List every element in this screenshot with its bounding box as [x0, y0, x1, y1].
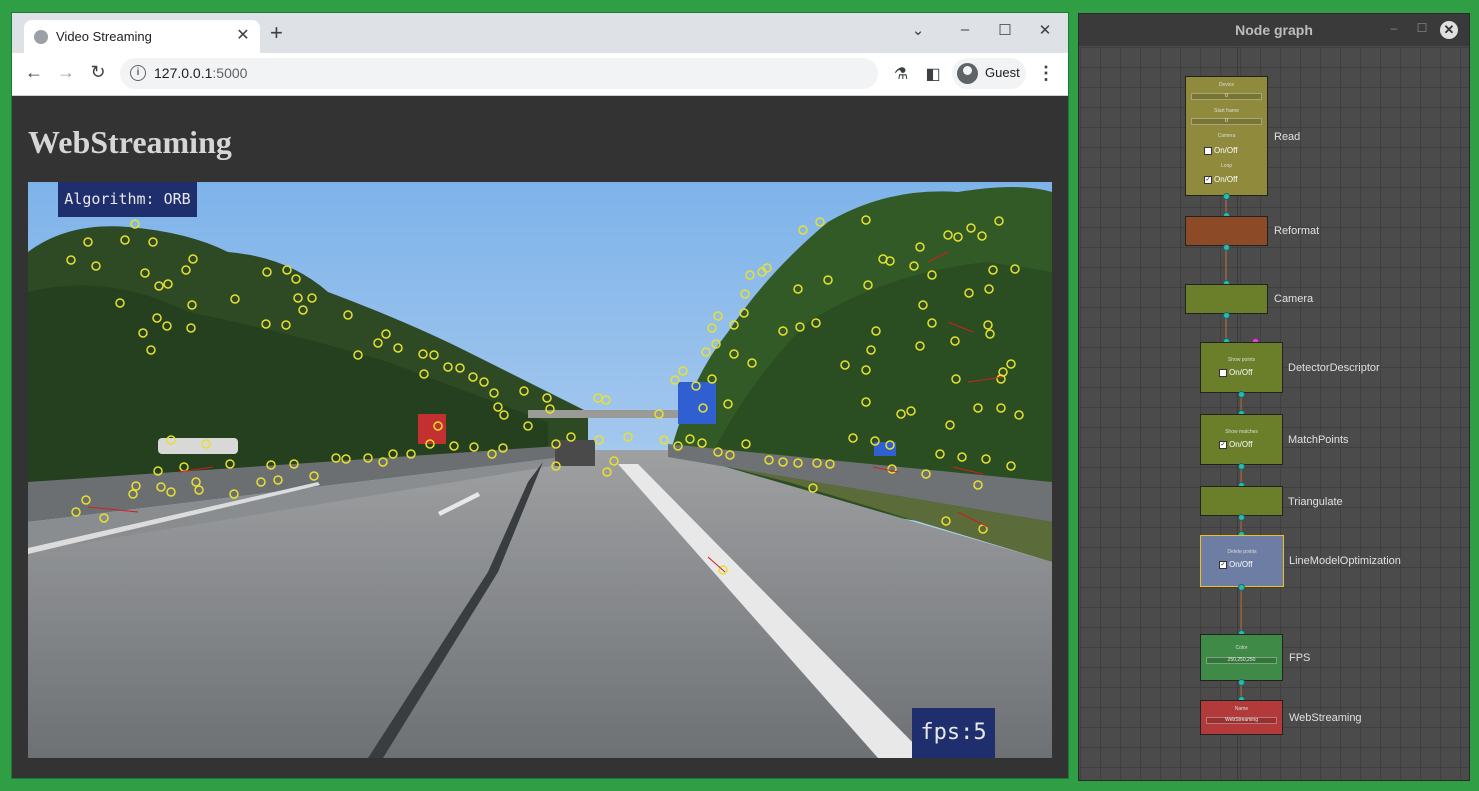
color-field[interactable]: 250,250,250 — [1206, 657, 1277, 664]
node-line-model-optimization[interactable]: Delete points ✓ On/Off — [1200, 535, 1284, 587]
avatar-icon — [957, 63, 978, 84]
reload-icon[interactable]: ↻ — [86, 62, 110, 83]
ng-minimize-button[interactable]: – — [1385, 21, 1403, 35]
device-field[interactable]: 0 — [1191, 93, 1262, 100]
node-read[interactable]: Device 0 Start frame 0 Camera On/Off Loo… — [1185, 76, 1268, 196]
show-points-checkbox[interactable]: On/Off — [1219, 368, 1252, 377]
browser-toolbar: ← → ↻ i 127.0.0.1:5000 ⚗ ◧ Guest ⋮ — [12, 53, 1068, 96]
field-label-device: Device — [1218, 82, 1235, 88]
site-info-icon[interactable]: i — [130, 65, 146, 81]
node-name-fps: FPS — [1289, 652, 1311, 664]
more-menu-icon[interactable]: ⋮ — [1036, 63, 1056, 84]
output-port[interactable] — [1238, 679, 1245, 686]
address-bar[interactable]: i 127.0.0.1:5000 — [120, 58, 878, 89]
node-name-camera: Camera — [1274, 293, 1314, 305]
name-field[interactable]: WebStreaming — [1206, 717, 1277, 724]
loop-checkbox[interactable]: ✓ On/Off — [1204, 175, 1237, 184]
video-frame-image — [28, 182, 1052, 758]
tab-search-icon[interactable]: ⌄ — [905, 21, 931, 39]
close-window-button[interactable]: ✕ — [1032, 21, 1058, 39]
minimize-button[interactable]: – — [952, 21, 978, 38]
output-port[interactable] — [1223, 312, 1230, 319]
node-graph-title: Node graph — [1079, 14, 1469, 46]
globe-icon — [34, 30, 48, 44]
node-reformat[interactable] — [1185, 216, 1268, 246]
show-matches-checkbox[interactable]: ✓ On/Off — [1219, 440, 1252, 449]
node-graph-canvas[interactable]: Device 0 Start frame 0 Camera On/Off Loo… — [1080, 47, 1468, 780]
output-port[interactable] — [1238, 391, 1245, 398]
ng-close-button[interactable]: ✕ — [1440, 21, 1458, 39]
profile-button[interactable]: Guest — [952, 58, 1026, 89]
flask-icon[interactable]: ⚗ — [891, 64, 911, 84]
start-frame-field[interactable]: 0 — [1191, 118, 1262, 125]
tab-strip: Video Streaming ✕ + ⌄ – ☐ ✕ — [12, 13, 1068, 53]
node-camera[interactable] — [1185, 284, 1268, 314]
node-fps[interactable]: Color 250,250,250 — [1200, 634, 1283, 681]
node-name-read: Read — [1274, 131, 1301, 143]
field-label-name: Name — [1234, 706, 1249, 712]
maximize-button[interactable]: ☐ — [992, 21, 1018, 39]
node-name-triangulate: Triangulate — [1288, 496, 1343, 508]
page-content: WebStreaming Algorithm: ORB fps:5 — [12, 96, 1068, 778]
output-port[interactable] — [1238, 584, 1245, 591]
field-label-show-matches: Show matches — [1225, 429, 1258, 435]
output-port[interactable] — [1223, 193, 1230, 200]
field-label-show-points: Show points — [1227, 357, 1256, 363]
field-label-start-frame: Start frame — [1214, 108, 1239, 114]
output-port[interactable] — [1238, 514, 1245, 521]
node-name-detector-descriptor: DetectorDescriptor — [1288, 362, 1380, 374]
field-label-delete-points: Delete points — [1227, 549, 1257, 555]
node-name-match-points: MatchPoints — [1288, 434, 1349, 446]
forward-arrow-icon[interactable]: → — [54, 62, 78, 83]
new-tab-button[interactable]: + — [270, 22, 283, 44]
browser-window: Video Streaming ✕ + ⌄ – ☐ ✕ ← → ↻ i 127.… — [12, 13, 1068, 778]
page-title: WebStreaming — [28, 124, 232, 160]
output-port[interactable] — [1223, 244, 1230, 251]
camera-checkbox[interactable]: On/Off — [1204, 146, 1237, 155]
tab-close-icon[interactable]: ✕ — [234, 25, 252, 45]
ng-maximize-button[interactable]: ☐ — [1413, 21, 1431, 35]
field-label-color: Color — [1235, 645, 1248, 651]
node-name-line-model-optimization: LineModelOptimization — [1289, 555, 1401, 567]
node-graph-window: Node graph – ☐ ✕ Device 0 Start frame 0 — [1078, 13, 1470, 781]
delete-points-checkbox[interactable]: ✓ On/Off — [1219, 560, 1252, 569]
video-stream: Algorithm: ORB fps:5 — [28, 182, 1052, 758]
node-detector-descriptor[interactable]: Show points On/Off — [1200, 342, 1283, 393]
node-triangulate[interactable] — [1200, 486, 1283, 516]
field-label-camera: Camera — [1217, 133, 1236, 139]
back-arrow-icon[interactable]: ← — [22, 62, 46, 83]
node-webstreaming[interactable]: Name WebStreaming — [1200, 700, 1283, 735]
tab-title: Video Streaming — [56, 29, 152, 44]
node-name-webstreaming: WebStreaming — [1289, 712, 1362, 724]
side-panel-icon[interactable]: ◧ — [923, 64, 943, 84]
algorithm-label: Algorithm: ORB — [58, 182, 197, 217]
node-match-points[interactable]: Show matches ✓ On/Off — [1200, 414, 1283, 465]
url-text: 127.0.0.1:5000 — [154, 65, 248, 81]
node-name-reformat: Reformat — [1274, 225, 1320, 237]
fps-label: fps:5 — [912, 708, 995, 758]
profile-name: Guest — [985, 65, 1020, 80]
tab-video-streaming[interactable]: Video Streaming ✕ — [24, 20, 260, 53]
field-label-loop: Loop — [1220, 163, 1233, 169]
output-port[interactable] — [1238, 463, 1245, 470]
